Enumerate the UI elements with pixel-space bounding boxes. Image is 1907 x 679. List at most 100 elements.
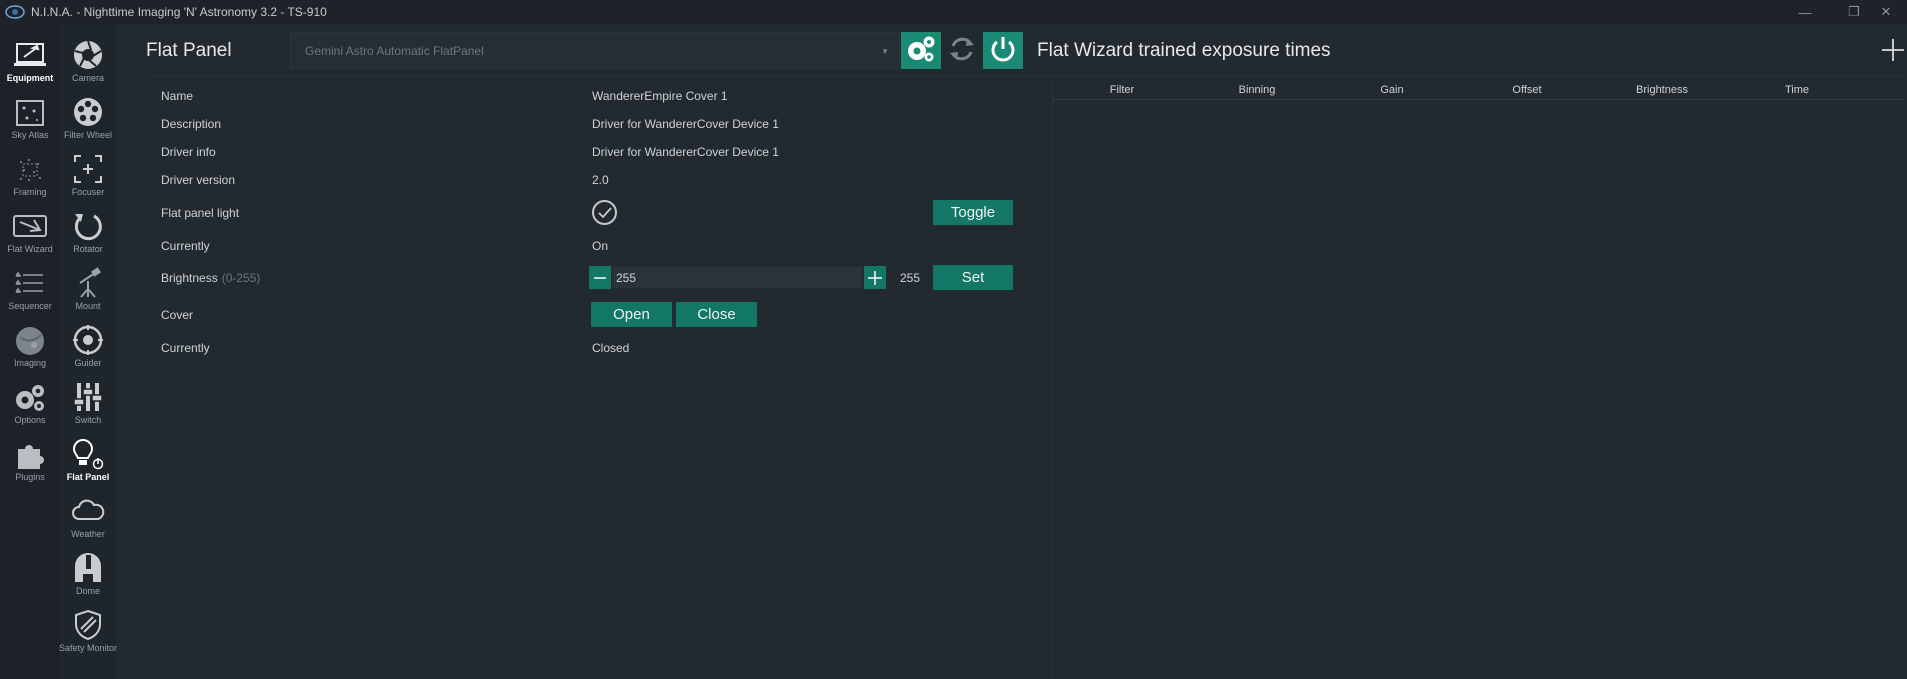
column-header-offset[interactable]: Offset <box>1512 84 1541 96</box>
telescope-laptop-icon <box>12 40 48 72</box>
column-header-gain[interactable]: Gain <box>1380 84 1403 96</box>
window-title: N.I.N.A. - Nighttime Imaging 'N' Astrono… <box>31 5 327 19</box>
nav-label: Filter Wheel <box>63 130 112 140</box>
nav-item-filter-wheel[interactable]: Filter Wheel <box>60 91 116 148</box>
light-state-value: On <box>592 239 609 253</box>
nav-item-dome[interactable]: Dome <box>60 547 116 604</box>
brightness-current-value: 255 <box>900 271 921 285</box>
nav-label: Plugins <box>15 472 45 482</box>
nav-item-plugins[interactable]: Plugins <box>0 433 60 490</box>
nina-logo-icon <box>3 2 27 22</box>
nav-label: Dome <box>75 586 100 596</box>
refresh-devices-button[interactable] <box>942 32 982 69</box>
gears-icon <box>906 35 936 66</box>
nav-label: Focuser <box>71 187 105 197</box>
brightness-input[interactable]: 255 <box>612 267 862 288</box>
nav-label: Guider <box>74 358 102 368</box>
column-header-binning[interactable]: Binning <box>1239 84 1276 96</box>
nav-label: Sky Atlas <box>11 130 49 140</box>
nav-item-focuser[interactable]: Focuser <box>60 148 116 205</box>
gears-icon <box>12 382 48 414</box>
table-header: Filter Binning Gain Offset Brightness Ti… <box>1053 82 1905 100</box>
nav-item-safety-monitor[interactable]: Safety Monitor <box>58 604 118 661</box>
column-header-filter[interactable]: Filter <box>1110 84 1134 96</box>
nav-item-flat-wizard[interactable]: Flat Wizard <box>0 205 60 262</box>
name-label: Name <box>161 89 194 103</box>
nav-label: Flat Wizard <box>7 244 53 254</box>
light-state-label: Currently <box>161 239 210 253</box>
main-nav: Equipment Sky Atlas Framing Flat Wizard … <box>0 24 60 679</box>
nav-item-imaging[interactable]: Imaging <box>0 319 60 376</box>
imaging-icon <box>12 325 48 357</box>
header-divider <box>146 76 1904 77</box>
sequencer-icon <box>12 268 48 300</box>
device-selector[interactable]: Gemini Astro Automatic FlatPanel ▼ <box>290 32 900 69</box>
exposure-times-table: Filter Binning Gain Offset Brightness Ti… <box>1052 82 1905 679</box>
puzzle-icon <box>12 439 48 471</box>
connect-power-button[interactable] <box>983 32 1023 69</box>
nav-item-equipment[interactable]: Equipment <box>0 34 60 91</box>
column-header-time[interactable]: Time <box>1785 84 1809 96</box>
toggle-light-button[interactable]: Toggle <box>933 200 1013 225</box>
nav-label: Rotator <box>73 244 103 254</box>
nav-label: Flat Panel <box>66 472 110 482</box>
nav-item-sequencer[interactable]: Sequencer <box>0 262 60 319</box>
minimize-button[interactable]: — <box>1784 0 1826 24</box>
cover-state-label: Currently <box>161 341 210 355</box>
cover-label: Cover <box>161 308 194 322</box>
equipment-nav: Camera Filter Wheel Focuser Rotator Moun… <box>58 24 118 679</box>
nav-label: Equipment <box>6 73 54 83</box>
description-value: Driver for WandererCover Device 1 <box>592 117 779 131</box>
brightness-range-hint: (0-255) <box>221 271 261 285</box>
nav-item-guider[interactable]: Guider <box>60 319 116 376</box>
mount-icon <box>70 266 106 300</box>
title-bar: N.I.N.A. - Nighttime Imaging 'N' Astrono… <box>0 0 1907 24</box>
dome-icon <box>70 551 106 585</box>
brightness-decrease-button[interactable] <box>589 266 611 289</box>
description-label: Description <box>161 117 222 131</box>
set-brightness-button[interactable]: Set <box>933 265 1013 290</box>
power-icon <box>989 35 1017 66</box>
nav-item-framing[interactable]: Framing <box>0 148 60 205</box>
close-cover-button[interactable]: Close <box>676 302 757 327</box>
nav-item-rotator[interactable]: Rotator <box>60 205 116 262</box>
device-selector-value: Gemini Astro Automatic FlatPanel <box>305 43 484 58</box>
nav-item-mount[interactable]: Mount <box>60 262 116 319</box>
sky-atlas-icon <box>12 97 48 129</box>
nav-item-flat-panel[interactable]: Flat Panel <box>60 433 116 490</box>
add-exposure-button[interactable] <box>1881 38 1905 62</box>
nav-item-options[interactable]: Options <box>0 376 60 433</box>
safety-shield-icon <box>70 608 106 642</box>
nav-label: Imaging <box>13 358 47 368</box>
filter-wheel-icon <box>70 95 106 129</box>
driver-version-value: 2.0 <box>592 173 609 187</box>
flat-wizard-icon <box>12 211 48 243</box>
nav-label: Weather <box>71 529 105 539</box>
nav-label: Safety Monitor <box>58 643 118 653</box>
nav-label: Sequencer <box>8 301 52 311</box>
device-settings-button[interactable] <box>901 32 941 69</box>
nav-label: Camera <box>71 73 104 83</box>
nav-item-weather[interactable]: Weather <box>60 490 116 547</box>
nav-item-sky-atlas[interactable]: Sky Atlas <box>0 91 60 148</box>
focuser-icon <box>70 152 106 186</box>
column-header-brightness[interactable]: Brightness <box>1636 84 1688 96</box>
plus-icon <box>1882 39 1904 61</box>
close-window-button[interactable]: ✕ <box>1865 0 1907 24</box>
camera-aperture-icon <box>70 38 106 72</box>
brightness-increase-button[interactable] <box>864 266 886 289</box>
driver-info-label: Driver info <box>161 145 216 159</box>
driver-info-value: Driver for WandererCover Device 1 <box>592 145 779 159</box>
nav-item-switch[interactable]: Switch <box>60 376 116 433</box>
nav-label: Options <box>14 415 46 425</box>
nav-label: Mount <box>75 301 101 311</box>
open-cover-button[interactable]: Open <box>591 302 672 327</box>
weather-cloud-icon <box>70 494 106 528</box>
nav-item-camera[interactable]: Camera <box>60 34 116 91</box>
brightness-label: Brightness (0-255) <box>161 271 261 285</box>
refresh-icon <box>947 34 977 67</box>
framing-icon <box>12 154 48 186</box>
name-value: WandererEmpire Cover 1 <box>592 89 728 103</box>
light-on-check-icon <box>592 200 617 225</box>
flat-wizard-title: Flat Wizard trained exposure times <box>1037 40 1331 61</box>
